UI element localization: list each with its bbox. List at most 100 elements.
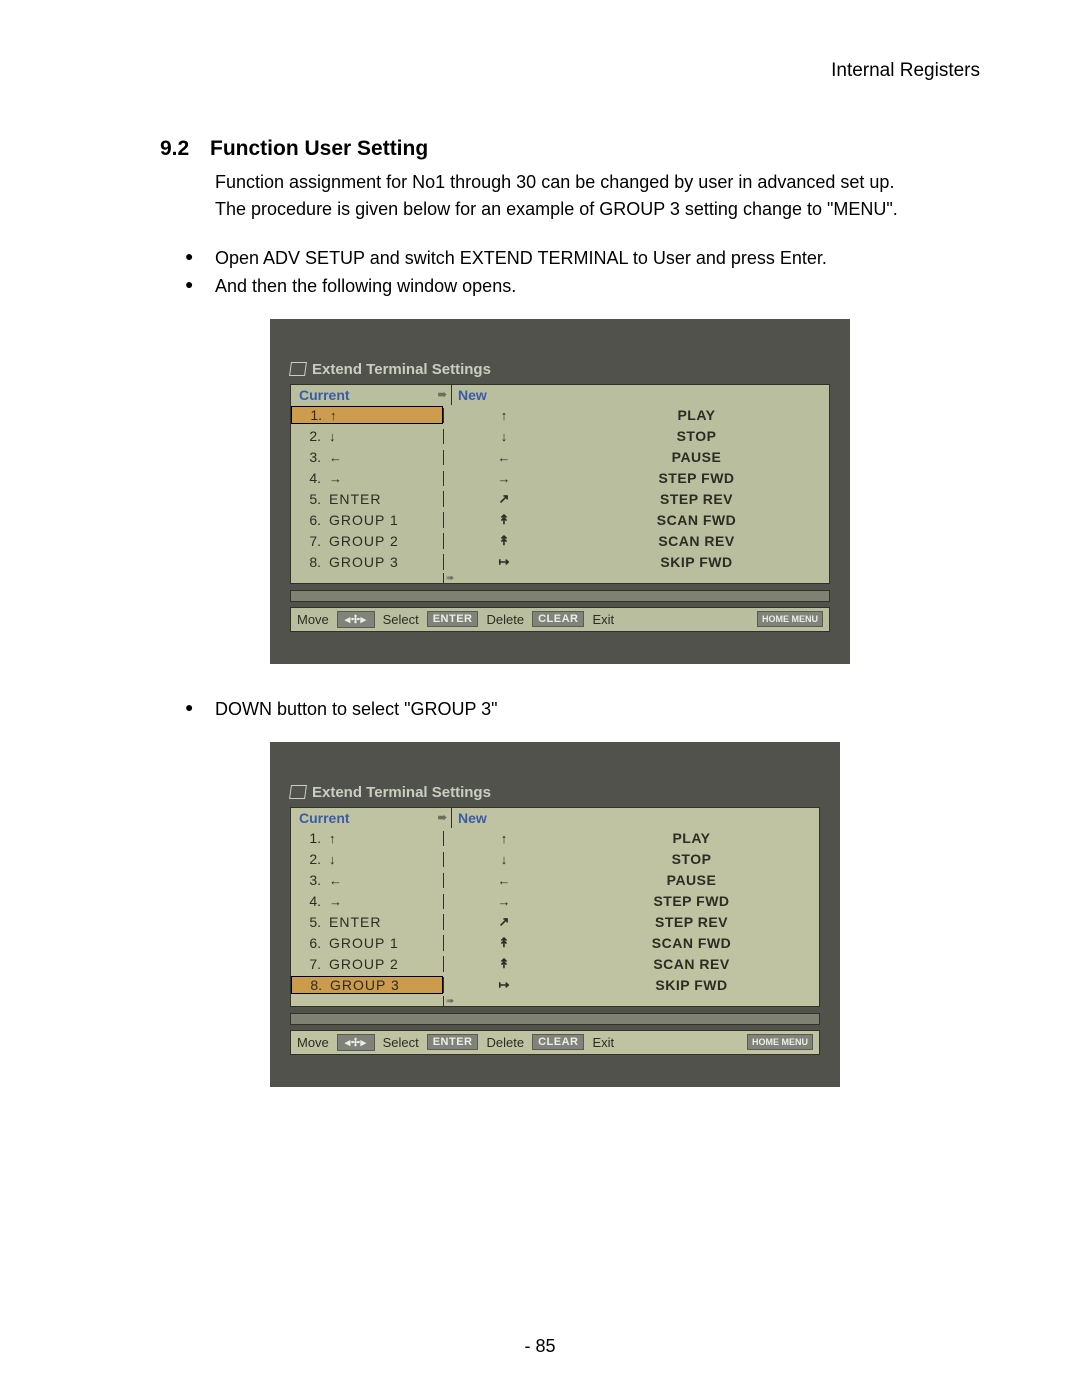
- clear-key[interactable]: CLEAR: [532, 1034, 584, 1050]
- bullet-item: DOWN button to select "GROUP 3": [185, 696, 990, 724]
- table-row[interactable]: 5.ENTER↗STEP REV: [291, 489, 829, 510]
- back-icon: [289, 785, 307, 799]
- arrow-icon: →: [329, 471, 342, 486]
- table-row[interactable]: 4.→→STEP FWD: [291, 468, 829, 489]
- column-new: New: [451, 385, 829, 405]
- column-current: Current ➠: [291, 385, 451, 405]
- exit-label: Exit: [592, 612, 614, 627]
- function-label: SKIP FWD: [564, 977, 819, 993]
- function-label: SCAN REV: [564, 956, 819, 972]
- select-label: Select: [383, 1035, 419, 1050]
- function-label: SCAN FWD: [564, 512, 829, 528]
- function-label: STEP REV: [564, 914, 819, 930]
- bullet-item: Open ADV SETUP and switch EXTEND TERMINA…: [185, 245, 990, 273]
- home-menu-key[interactable]: HOME MENU: [747, 1034, 813, 1050]
- function-label: STEP FWD: [564, 470, 829, 486]
- arrow-icon: ↑: [501, 831, 508, 846]
- column-current: Current ➠: [291, 808, 451, 828]
- arrow-icon: ↑: [501, 408, 508, 423]
- arrow-icon: ↟: [499, 956, 510, 972]
- arrow-icon: ↟: [499, 935, 510, 951]
- button-bar: Move ◂✢▸ Select ENTER Delete CLEAR Exit …: [290, 607, 830, 632]
- enter-key[interactable]: ENTER: [427, 611, 479, 627]
- table-row[interactable]: 2.↓↓STOP: [291, 426, 829, 447]
- table-row[interactable]: 3.←←PAUSE: [291, 447, 829, 468]
- function-label: PLAY: [564, 407, 829, 423]
- function-label: STOP: [564, 428, 829, 444]
- function-label: STEP REV: [564, 491, 829, 507]
- table-row[interactable]: 7.GROUP 2↟SCAN REV: [291, 531, 829, 552]
- bullet-list-1: Open ADV SETUP and switch EXTEND TERMINA…: [185, 245, 990, 301]
- table-row[interactable]: 1.↑↑PLAY: [291, 828, 819, 849]
- table-row[interactable]: 6.GROUP 1↟SCAN FWD: [291, 933, 819, 954]
- function-label: SCAN FWD: [564, 935, 819, 951]
- section-title: 9.2Function User Setting: [160, 137, 990, 161]
- home-menu-key[interactable]: HOME MENU: [757, 611, 823, 627]
- arrow-down-icon: ➠: [446, 996, 454, 1006]
- arrow-right-icon: ➠: [438, 388, 447, 401]
- arrow-icon: ↦: [499, 554, 510, 570]
- arrow-icon: ↓: [501, 852, 508, 867]
- delete-label: Delete: [486, 612, 524, 627]
- intro-text: Function assignment for No1 through 30 c…: [215, 169, 990, 223]
- arrow-right-icon: ➠: [438, 811, 447, 824]
- section-heading: Function User Setting: [210, 137, 428, 160]
- panel-title: Extend Terminal Settings: [290, 361, 830, 378]
- table-row[interactable]: 2.↓↓STOP: [291, 849, 819, 870]
- screenshot-2: Extend Terminal Settings Current ➠ New 1…: [270, 742, 990, 1087]
- bullet-item: And then the following window opens.: [185, 273, 990, 301]
- scrollbar: [290, 590, 830, 602]
- page-header: Internal Registers: [160, 60, 990, 82]
- table-row[interactable]: 1.↑↑PLAY: [291, 405, 829, 426]
- table-row[interactable]: 8.GROUP 3↦SKIP FWD: [291, 975, 819, 996]
- arrow-icon: ←: [329, 873, 342, 888]
- arrow-icon: ↓: [501, 429, 508, 444]
- table-row[interactable]: 8.GROUP 3↦SKIP FWD: [291, 552, 829, 573]
- nav-key[interactable]: ◂✢▸: [337, 1034, 375, 1051]
- arrow-icon: ↟: [499, 512, 510, 528]
- arrow-icon: ↦: [499, 977, 510, 993]
- page-number: - 85: [0, 1336, 1080, 1357]
- function-label: PLAY: [564, 830, 819, 846]
- arrow-icon: ↗: [499, 491, 510, 507]
- arrow-icon: →: [498, 471, 511, 486]
- table-row[interactable]: 6.GROUP 1↟SCAN FWD: [291, 510, 829, 531]
- arrow-icon: ↟: [499, 533, 510, 549]
- enter-key[interactable]: ENTER: [427, 1034, 479, 1050]
- button-bar: Move ◂✢▸ Select ENTER Delete CLEAR Exit …: [290, 1030, 820, 1055]
- arrow-icon: ↓: [329, 429, 336, 444]
- table-row[interactable]: 4.→→STEP FWD: [291, 891, 819, 912]
- function-label: PAUSE: [564, 872, 819, 888]
- move-label: Move: [297, 1035, 329, 1050]
- function-label: SCAN REV: [564, 533, 829, 549]
- delete-label: Delete: [486, 1035, 524, 1050]
- function-label: STEP FWD: [564, 893, 819, 909]
- move-label: Move: [297, 612, 329, 627]
- arrow-icon: ←: [498, 873, 511, 888]
- clear-key[interactable]: CLEAR: [532, 611, 584, 627]
- arrow-icon: ←: [329, 450, 342, 465]
- arrow-icon: ↑: [330, 408, 337, 423]
- arrow-icon: ↑: [329, 831, 336, 846]
- arrow-icon: ↗: [499, 914, 510, 930]
- arrow-icon: →: [329, 894, 342, 909]
- arrow-icon: ←: [498, 450, 511, 465]
- arrow-icon: →: [498, 894, 511, 909]
- arrow-icon: ↓: [329, 852, 336, 867]
- arrow-down-icon: ➠: [446, 573, 454, 583]
- panel-title: Extend Terminal Settings: [290, 784, 820, 801]
- table-row[interactable]: 3.←←PAUSE: [291, 870, 819, 891]
- table-row[interactable]: 5.ENTER↗STEP REV: [291, 912, 819, 933]
- function-label: PAUSE: [564, 449, 829, 465]
- scrollbar: [290, 1013, 820, 1025]
- section-number: 9.2: [160, 137, 210, 161]
- column-new: New: [451, 808, 819, 828]
- function-label: SKIP FWD: [564, 554, 829, 570]
- table-row[interactable]: 7.GROUP 2↟SCAN REV: [291, 954, 819, 975]
- back-icon: [289, 362, 307, 376]
- select-label: Select: [383, 612, 419, 627]
- exit-label: Exit: [592, 1035, 614, 1050]
- function-label: STOP: [564, 851, 819, 867]
- bullet-list-2: DOWN button to select "GROUP 3": [185, 696, 990, 724]
- nav-key[interactable]: ◂✢▸: [337, 611, 375, 628]
